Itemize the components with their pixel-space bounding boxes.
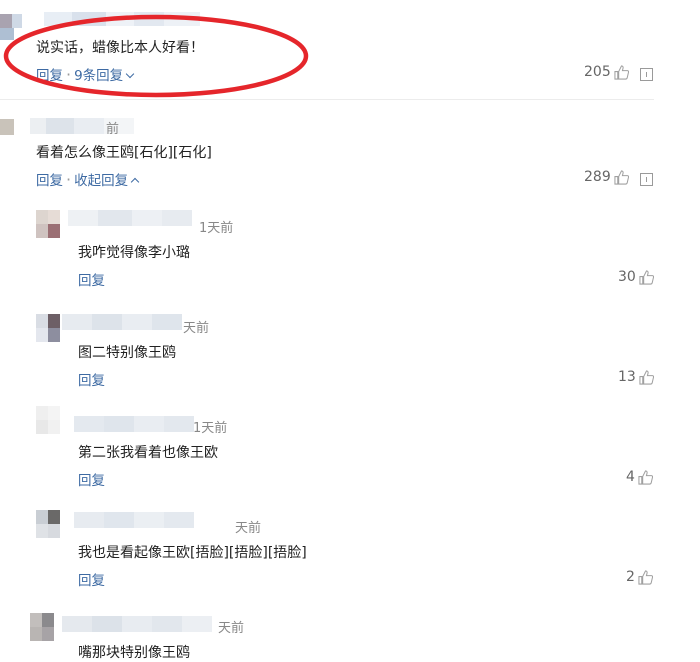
like-count: 205 bbox=[584, 64, 611, 80]
report-icon[interactable] bbox=[640, 68, 653, 81]
thumbs-up-icon bbox=[639, 269, 654, 285]
comment-text: 看着怎么像王鸥[石化][石化] bbox=[36, 145, 212, 161]
separator: · bbox=[66, 65, 72, 84]
like-button[interactable]: 289 bbox=[584, 169, 629, 185]
thumbs-up-icon bbox=[614, 169, 629, 185]
reply-text: 我咋觉得像李小璐 bbox=[78, 245, 190, 261]
thumbs-up-icon bbox=[638, 569, 653, 585]
like-button[interactable]: 2 bbox=[626, 569, 653, 585]
thumbs-up-icon bbox=[614, 64, 629, 80]
like-button[interactable]: 30 bbox=[618, 269, 654, 285]
reply-button[interactable]: 回复 bbox=[78, 269, 105, 289]
avatar bbox=[36, 210, 60, 238]
chevron-down-icon bbox=[125, 69, 135, 79]
reply-time: 1天前 bbox=[199, 221, 234, 236]
thumbs-up-icon bbox=[638, 469, 653, 485]
reply-text: 第二张我看着也像王欧 bbox=[78, 445, 218, 461]
avatar bbox=[30, 613, 54, 641]
collapse-replies-label: 收起回复 bbox=[74, 173, 129, 189]
thumbs-up-icon bbox=[639, 369, 654, 385]
view-replies-button[interactable]: 9条回复 bbox=[74, 68, 135, 84]
username-blurred bbox=[74, 512, 194, 528]
like-count: 4 bbox=[626, 469, 635, 485]
report-icon[interactable] bbox=[640, 173, 653, 186]
reply-button[interactable]: 回复 bbox=[78, 369, 105, 389]
comment-text: 说实话，蜡像比本人好看！ bbox=[36, 40, 204, 56]
reply-time: 天前 bbox=[218, 621, 245, 636]
username-blurred bbox=[68, 210, 192, 226]
username-blurred bbox=[44, 12, 200, 26]
avatar bbox=[36, 510, 60, 538]
username-blurred bbox=[62, 616, 212, 632]
reply-button[interactable]: 回复 bbox=[36, 173, 63, 189]
avatar bbox=[0, 14, 22, 28]
collapse-replies-button[interactable]: 收起回复 bbox=[74, 173, 140, 189]
comment-time: 前 bbox=[106, 122, 120, 137]
comment-actions: 回复 · 9条回复 bbox=[36, 64, 135, 84]
like-count: 289 bbox=[584, 169, 611, 185]
separator: · bbox=[66, 170, 72, 189]
like-button[interactable]: 13 bbox=[618, 369, 654, 385]
avatar bbox=[36, 314, 60, 342]
reply-time: 天前 bbox=[183, 321, 210, 336]
avatar bbox=[36, 406, 60, 434]
username-blurred bbox=[74, 416, 194, 432]
divider bbox=[0, 99, 654, 100]
like-button[interactable]: 4 bbox=[626, 469, 653, 485]
like-count: 30 bbox=[618, 269, 636, 285]
like-button[interactable]: 205 bbox=[584, 64, 629, 80]
username-blurred bbox=[62, 314, 182, 330]
reply-text: 嘴那块特别像王鸥 bbox=[78, 645, 190, 661]
comment-actions: 回复 · 收起回复 bbox=[36, 169, 140, 189]
reply-button[interactable]: 回复 bbox=[78, 469, 105, 489]
reply-text: 我也是看起像王欧[捂脸][捂脸][捂脸] bbox=[78, 545, 307, 561]
reply-button[interactable]: 回复 bbox=[36, 68, 63, 84]
view-replies-label: 9条回复 bbox=[74, 68, 124, 84]
like-count: 2 bbox=[626, 569, 635, 585]
reply-time: 天前 bbox=[235, 521, 262, 536]
avatar bbox=[0, 119, 14, 135]
reply-text: 图二特别像王鸥 bbox=[78, 345, 176, 361]
like-count: 13 bbox=[618, 369, 636, 385]
chevron-up-icon bbox=[130, 177, 140, 187]
reply-time: 1天前 bbox=[193, 421, 228, 436]
avatar-badge bbox=[0, 28, 14, 40]
reply-button[interactable]: 回复 bbox=[78, 569, 105, 589]
